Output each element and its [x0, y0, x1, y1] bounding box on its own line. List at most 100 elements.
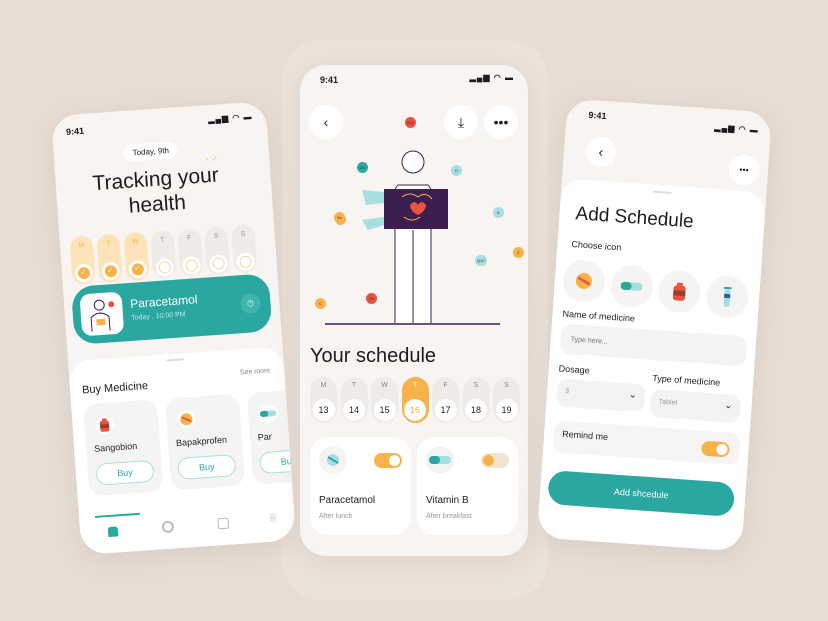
- form-title: Add Schedule: [574, 203, 695, 233]
- product-name: Bapakprofen: [175, 434, 228, 449]
- choose-vial-icon[interactable]: [704, 274, 750, 320]
- reminder-name: Paracetamol: [129, 292, 198, 311]
- week-day[interactable]: M ✓: [69, 235, 96, 285]
- sheet-handle[interactable]: [653, 190, 672, 194]
- section-title: Buy Medicine: [81, 379, 149, 397]
- phone-add-schedule: 9:41 ▂▄▆ ◠ ▬ ‹ ••• Add Schedule Choose i…: [536, 98, 773, 552]
- vitamin-pill-icon: Fe: [366, 293, 377, 304]
- vitamin-pill-icon: Se: [334, 212, 345, 223]
- download-icon: ⤓: [457, 113, 465, 130]
- choose-bottle-icon[interactable]: [656, 269, 702, 315]
- buy-sheet: Buy Medicine See more Sangobion Buy Bapa…: [68, 346, 297, 555]
- empty-circle-icon: [238, 255, 252, 269]
- week-day[interactable]: S: [204, 226, 231, 276]
- more-icon: •••: [493, 114, 509, 130]
- empty-circle-icon: [211, 257, 225, 271]
- medicine-name-input[interactable]: [559, 323, 748, 367]
- product-card: Bapakprofen Buy: [164, 393, 246, 491]
- week-day[interactable]: W ✓: [123, 231, 150, 282]
- chevron-down-icon: ⌄: [723, 400, 733, 412]
- day-19[interactable]: S 19: [493, 377, 520, 423]
- bottle-icon: [94, 415, 115, 435]
- day-18[interactable]: S 18: [462, 377, 490, 423]
- empty-circle-icon: [157, 261, 171, 274]
- week-day[interactable]: T: [150, 229, 177, 280]
- check-icon: ✓: [130, 262, 144, 276]
- chevron-down-icon: ⌄: [628, 389, 638, 401]
- see-more-link[interactable]: See more: [240, 367, 271, 376]
- check-icon: ✓: [103, 264, 117, 278]
- reminder-time: Today . 10:00 PM: [130, 311, 186, 322]
- status-icons: ▂▄▆ ◠ ▬: [207, 111, 253, 125]
- nav-calendar-icon[interactable]: [217, 517, 230, 530]
- reminder-card[interactable]: Paracetamol Today . 10:00 PM ⏱: [70, 273, 273, 345]
- tablet-icon: [319, 446, 347, 474]
- medicine-name: Vitamin B: [426, 495, 469, 506]
- medicine-toggle[interactable]: [374, 453, 402, 468]
- dosage-label: Dosage: [558, 363, 591, 376]
- product-name: Sangobion: [93, 440, 138, 454]
- page-title: Tracking your health: [91, 163, 220, 218]
- remind-toggle[interactable]: [701, 440, 730, 458]
- body-scan-illustration: [325, 150, 500, 325]
- medicine-note: After breakfast: [426, 513, 472, 520]
- choose-capsule-icon[interactable]: [609, 263, 655, 309]
- vitamin-pill-icon: D: [451, 165, 462, 176]
- vitamin-pill-icon: K: [493, 207, 504, 218]
- type-select[interactable]: Tablet ⌄: [649, 388, 742, 424]
- nav-activity-icon[interactable]: [161, 520, 175, 534]
- day-15[interactable]: W 15: [371, 377, 398, 423]
- tablet-icon: [176, 409, 197, 429]
- empty-circle-icon: [184, 259, 198, 273]
- remind-row: Remind me: [552, 420, 741, 466]
- day-14[interactable]: T 14: [340, 377, 368, 423]
- buy-button[interactable]: Buy: [95, 459, 155, 486]
- add-schedule-button[interactable]: Add shcedule: [547, 470, 736, 517]
- choose-tablet-icon[interactable]: [561, 258, 607, 304]
- week-day[interactable]: S: [231, 224, 258, 274]
- more-button[interactable]: •••: [728, 153, 761, 186]
- capsule-icon: [426, 446, 454, 474]
- back-button[interactable]: ‹: [584, 135, 617, 168]
- chevron-left-icon: ‹: [598, 143, 604, 160]
- medicine-card[interactable]: Vitamin B After breakfast: [417, 437, 518, 535]
- capsule-icon: [258, 403, 278, 424]
- doctor-illustration: [79, 291, 125, 337]
- more-icon: •••: [738, 164, 750, 176]
- medicine-name: Paracetamol: [319, 495, 376, 506]
- chevron-left-icon: ‹: [323, 114, 329, 130]
- week-day[interactable]: T ✓: [96, 233, 123, 284]
- timer-icon[interactable]: ⏱: [239, 292, 262, 315]
- medicine-note: After lunch: [319, 513, 353, 520]
- product-card: Sangobion Buy: [83, 399, 164, 497]
- status-icons: ▂▄▆ ◠ ▬: [714, 122, 760, 135]
- remind-label: Remind me: [561, 428, 609, 443]
- choose-icon-label: Choose icon: [571, 239, 622, 253]
- more-button[interactable]: •••: [484, 105, 518, 139]
- week-day[interactable]: F: [177, 227, 204, 278]
- status-time: 9:41: [588, 109, 607, 122]
- sheet-handle[interactable]: [166, 358, 185, 362]
- medicine-card[interactable]: Paracetamol After lunch: [310, 437, 411, 535]
- day-13[interactable]: M 13: [310, 377, 337, 423]
- day-17[interactable]: F 17: [432, 377, 459, 423]
- day-16[interactable]: T 16: [401, 377, 429, 423]
- medicine-toggle[interactable]: [481, 453, 509, 468]
- vitamin-pill-icon: C: [513, 247, 524, 258]
- nav-indicator: [94, 512, 140, 518]
- dosage-select[interactable]: 3 ⌄: [556, 378, 646, 413]
- check-icon: ✓: [77, 266, 90, 280]
- nav-home-icon[interactable]: [107, 526, 119, 538]
- status-time: 9:41: [320, 75, 339, 85]
- buy-button[interactable]: Buy: [177, 454, 237, 481]
- vitamin-pill-icon: Q10: [475, 255, 487, 266]
- name-label: Name of medicine: [562, 308, 636, 324]
- status-icons: ▂▄▆ ◠ ▬: [469, 73, 514, 82]
- download-button[interactable]: ⤓: [444, 105, 478, 139]
- phone-tracking: 9:41 ▂▄▆ ◠ ▬ Today, 9th ⸌ ⸍ Tracking you…: [50, 101, 297, 555]
- nav-crown-icon[interactable]: ♕: [267, 510, 279, 525]
- product-name: Par: [257, 431, 273, 443]
- back-button[interactable]: ‹: [309, 105, 343, 139]
- date-badge: Today, 9th: [123, 141, 179, 163]
- section-title: Your schedule: [310, 345, 437, 367]
